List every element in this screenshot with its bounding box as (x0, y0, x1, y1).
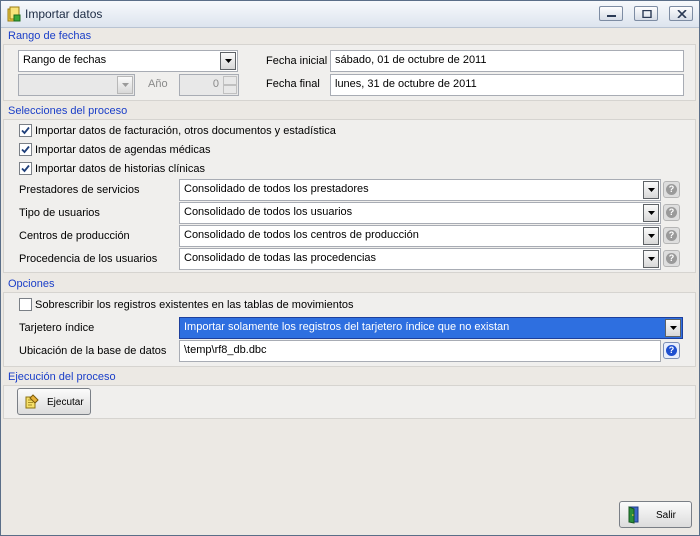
prestadores-help-button[interactable]: ? (663, 181, 680, 198)
centros-select[interactable]: Consolidado de todos los centros de prod… (179, 225, 661, 247)
procedencia-label: Procedencia de los usuarios (19, 253, 158, 265)
tarjetero-value: Importar solamente los registros del tar… (184, 321, 510, 333)
help-icon: ? (666, 207, 677, 218)
help-icon: ? (666, 253, 677, 264)
section-title-opciones: Opciones (8, 278, 55, 290)
help-icon: ? (666, 345, 677, 356)
maximize-button[interactable] (634, 6, 658, 21)
minimize-icon (607, 15, 616, 17)
mes-dropdown-button[interactable] (117, 76, 133, 94)
section-title-selecciones: Selecciones del proceso (8, 105, 128, 117)
check-historias-label: Importar datos de historias clínicas (35, 163, 205, 175)
maximize-icon (642, 10, 652, 18)
check-agendas-label: Importar datos de agendas médicas (35, 144, 211, 156)
procedencia-help-button[interactable]: ? (663, 250, 680, 267)
window-title: Importar datos (25, 7, 103, 21)
rango-type-value: Rango de fechas (23, 54, 107, 66)
section-title-ejecucion: Ejecución del proceso (8, 371, 116, 383)
help-icon: ? (666, 230, 677, 241)
fecha-inicial-value: sábado, 01 de octubre de 2011 (335, 54, 487, 66)
tarjetero-dropdown-button[interactable] (665, 319, 681, 337)
section-selecciones: Importar datos de facturación, otros doc… (3, 119, 696, 273)
tarjetero-label: Tarjetero índice (19, 322, 95, 334)
tarjetero-select[interactable]: Importar solamente los registros del tar… (179, 317, 683, 339)
section-opciones: Sobrescribir los registros existentes en… (3, 292, 696, 367)
tipo-usuarios-dropdown-button[interactable] (643, 204, 659, 222)
check-agendas[interactable] (19, 143, 32, 156)
chevron-down-icon (225, 59, 232, 63)
anio-value: 0 (212, 78, 219, 90)
check-facturacion[interactable] (19, 124, 32, 137)
chevron-down-icon (648, 188, 655, 192)
procedencia-value: Consolidado de todas las procedencias (184, 252, 377, 264)
prestadores-select[interactable]: Consolidado de todos los prestadores (179, 179, 661, 201)
exit-door-icon (628, 506, 639, 524)
tipo-usuarios-select[interactable]: Consolidado de todos los usuarios (179, 202, 661, 224)
rango-type-select[interactable]: Rango de fechas (18, 50, 238, 72)
ubicacion-value: \temp\rf8_db.dbc (184, 344, 267, 356)
mes-select[interactable] (18, 74, 135, 96)
salir-button[interactable]: Salir (619, 501, 692, 528)
centros-value: Consolidado de todos los centros de prod… (184, 229, 419, 241)
checkmark-icon (21, 164, 30, 173)
prestadores-dropdown-button[interactable] (643, 181, 659, 199)
anio-label: Año (148, 78, 168, 90)
close-button[interactable] (669, 6, 693, 21)
prestadores-value: Consolidado de todos los prestadores (184, 183, 369, 195)
app-icon (7, 6, 21, 22)
check-facturacion-label: Importar datos de facturación, otros doc… (35, 125, 336, 137)
anio-spin-buttons[interactable] (223, 76, 237, 94)
fecha-final-value: lunes, 31 de octubre de 2011 (335, 78, 477, 90)
ejecutar-button[interactable]: Ejecutar (17, 388, 91, 415)
section-title-rango: Rango de fechas (8, 30, 92, 42)
import-window: Importar datos Rango de fechas Rango de … (0, 0, 700, 536)
checkmark-icon (21, 126, 30, 135)
ubicacion-browse-button[interactable]: ? (663, 342, 680, 359)
execute-icon (25, 394, 39, 409)
spin-down-icon[interactable] (223, 85, 237, 94)
section-ejecucion: Ejecutar (3, 385, 696, 419)
chevron-down-icon (648, 234, 655, 238)
fecha-inicial-label: Fecha inicial (266, 55, 328, 67)
chevron-down-icon (122, 83, 129, 87)
close-icon (677, 10, 687, 18)
chevron-down-icon (648, 257, 655, 261)
ubicacion-field[interactable]: \temp\rf8_db.dbc (179, 340, 661, 362)
ubicacion-label: Ubicación de la base de datos (19, 345, 167, 357)
checkmark-icon (21, 145, 30, 154)
help-icon: ? (666, 184, 677, 195)
tipo-usuarios-value: Consolidado de todos los usuarios (184, 206, 353, 218)
fecha-final-label: Fecha final (266, 78, 320, 90)
minimize-button[interactable] (599, 6, 623, 21)
check-historias[interactable] (19, 162, 32, 175)
title-bar: Importar datos (1, 1, 699, 28)
check-sobrescribir[interactable] (19, 298, 32, 311)
tipo-usuarios-help-button[interactable]: ? (663, 204, 680, 221)
section-rango: Rango de fechas Año 0 Fecha inicial sába… (3, 44, 696, 101)
procedencia-select[interactable]: Consolidado de todas las procedencias (179, 248, 661, 270)
centros-dropdown-button[interactable] (643, 227, 659, 245)
chevron-down-icon (670, 326, 677, 330)
procedencia-dropdown-button[interactable] (643, 250, 659, 268)
prestadores-label: Prestadores de servicios (19, 184, 140, 196)
anio-spinner[interactable]: 0 (179, 74, 239, 96)
salir-label: Salir (656, 510, 677, 521)
rango-type-dropdown-button[interactable] (220, 52, 236, 70)
spin-up-icon[interactable] (223, 76, 237, 85)
check-sobrescribir-label: Sobrescribir los registros existentes en… (35, 299, 354, 311)
chevron-down-icon (648, 211, 655, 215)
ejecutar-label: Ejecutar (47, 397, 84, 408)
centros-label: Centros de producción (19, 230, 130, 242)
fecha-final-field[interactable]: lunes, 31 de octubre de 2011 (330, 74, 684, 96)
tipo-usuarios-label: Tipo de usuarios (19, 207, 100, 219)
fecha-inicial-field[interactable]: sábado, 01 de octubre de 2011 (330, 50, 684, 72)
centros-help-button[interactable]: ? (663, 227, 680, 244)
